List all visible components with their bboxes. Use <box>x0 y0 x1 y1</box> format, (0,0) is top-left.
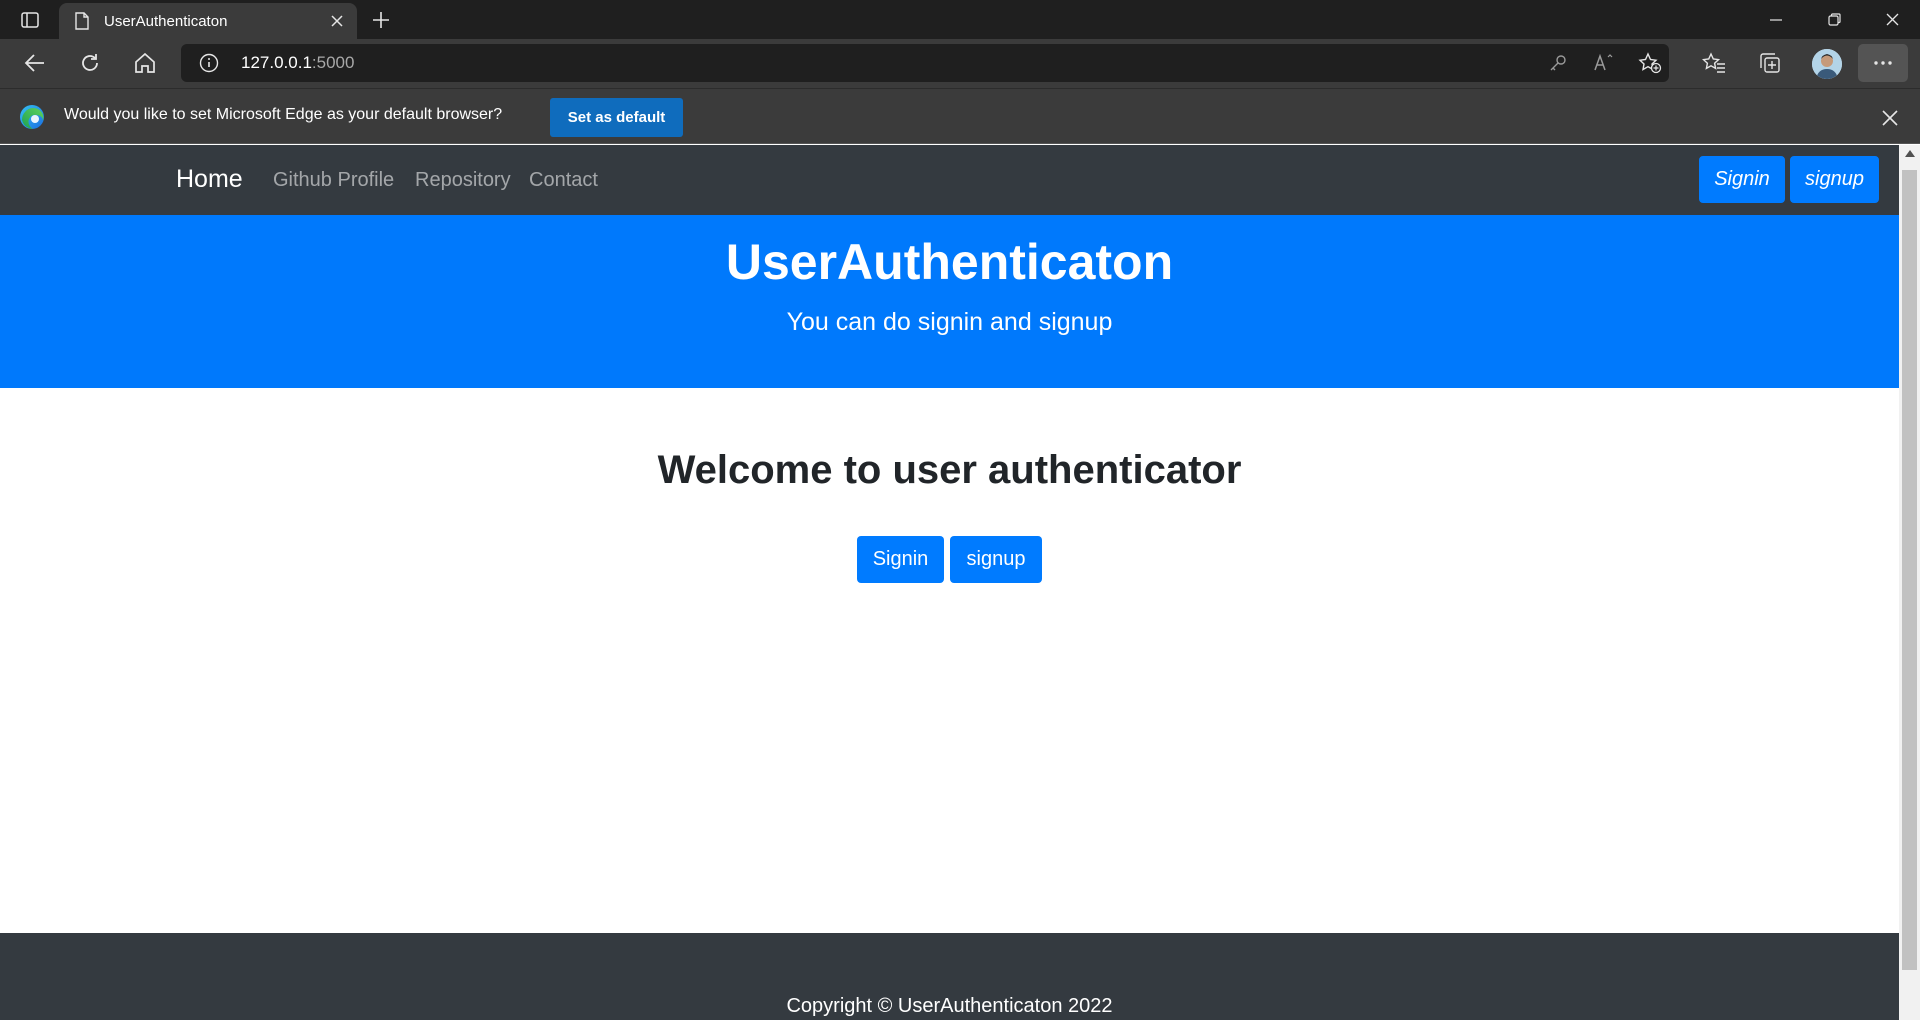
key-icon[interactable] <box>1545 51 1571 75</box>
page-scrollbar[interactable] <box>1899 145 1920 1020</box>
favorites-icon[interactable] <box>1694 46 1734 80</box>
more-icon[interactable] <box>1858 44 1908 82</box>
default-browser-infobar: Would you like to set Microsoft Edge as … <box>0 88 1920 144</box>
url-port: :5000 <box>311 53 355 72</box>
tab-actions-icon[interactable] <box>12 8 48 32</box>
browser-titlebar: UserAuthenticaton <box>0 0 1920 39</box>
set-as-default-button[interactable]: Set as default <box>550 98 683 137</box>
site-footer: Copyright © UserAuthenticaton 2022 <box>0 933 1899 1020</box>
refresh-icon[interactable] <box>70 45 110 81</box>
home-icon[interactable] <box>125 45 165 81</box>
browser-tab-active[interactable]: UserAuthenticaton <box>59 3 357 39</box>
hero-title: UserAuthenticaton <box>725 234 1174 290</box>
hero-subtitle: You can do signin and signup <box>786 308 1113 336</box>
scroll-up-arrow-icon[interactable] <box>1905 150 1915 157</box>
info-icon[interactable] <box>199 53 219 73</box>
nav-brand-home[interactable]: Home <box>176 165 243 194</box>
nav-link-github-profile[interactable]: Github Profile <box>273 169 394 192</box>
close-icon[interactable] <box>1875 103 1905 133</box>
url-host: 127.0.0.1 <box>241 53 312 72</box>
collections-icon[interactable] <box>1750 46 1790 80</box>
close-window-icon[interactable] <box>1864 0 1920 39</box>
infobar-message: Would you like to set Microsoft Edge as … <box>64 106 503 123</box>
restore-icon[interactable] <box>1806 0 1862 39</box>
scrollbar-thumb[interactable] <box>1902 170 1917 970</box>
minimize-icon[interactable] <box>1748 0 1804 39</box>
nav-signin-button[interactable]: Signin <box>1699 156 1785 203</box>
address-url[interactable]: 127.0.0.1:5000 <box>241 53 354 73</box>
back-arrow-icon[interactable] <box>15 45 55 81</box>
hero-banner: UserAuthenticaton You can do signin and … <box>0 215 1899 388</box>
add-favorite-icon[interactable] <box>1637 51 1663 75</box>
footer-copyright: Copyright © UserAuthenticaton 2022 <box>786 995 1113 1017</box>
address-bar[interactable]: 127.0.0.1:5000 <box>181 44 1669 82</box>
nav-link-contact[interactable]: Contact <box>529 169 598 192</box>
profile-avatar[interactable] <box>1812 49 1842 79</box>
page-viewport: Home Github Profile Repository Contact S… <box>0 145 1899 1020</box>
close-icon[interactable] <box>323 7 351 35</box>
read-aloud-icon[interactable] <box>1591 51 1617 75</box>
nav-signup-button[interactable]: signup <box>1790 156 1879 203</box>
welcome-heading: Welcome to user authenticator <box>657 448 1242 492</box>
signin-button[interactable]: Signin <box>857 536 944 583</box>
browser-toolbar: 127.0.0.1:5000 <box>0 39 1920 88</box>
signup-button[interactable]: signup <box>950 536 1042 583</box>
site-navbar: Home Github Profile Repository Contact S… <box>0 145 1899 215</box>
nav-link-repository[interactable]: Repository <box>415 169 511 192</box>
edge-logo-icon <box>19 104 45 130</box>
tab-title: UserAuthenticaton <box>104 12 228 30</box>
page-icon <box>74 11 90 31</box>
plus-icon[interactable] <box>366 6 396 34</box>
